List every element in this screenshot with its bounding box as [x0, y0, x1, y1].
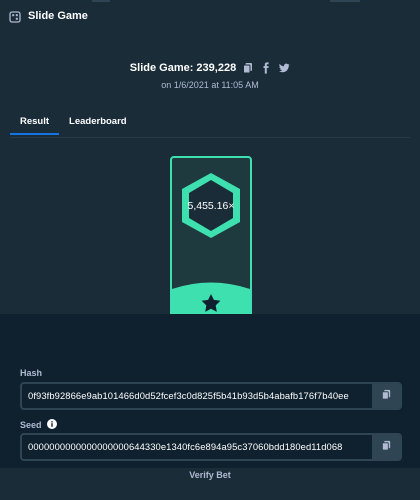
copy-icon [381, 438, 392, 456]
tab-result[interactable]: Result [10, 116, 60, 135]
bet-date: on 1/6/2021 at 11:05 AM [161, 80, 259, 90]
facebook-icon[interactable] [260, 62, 272, 74]
copy-hash-button[interactable] [372, 384, 400, 408]
verify-bet-link[interactable]: Verify Bet [0, 470, 420, 480]
hash-label: Hash [20, 368, 43, 378]
tab-divider [10, 137, 410, 138]
copy-icon [381, 387, 392, 405]
top-strip-decoration [92, 0, 110, 2]
seed-value[interactable]: 0000000000000000000644330e1340fc6e894a95… [22, 435, 372, 459]
dice-icon [9, 10, 21, 23]
hash-value[interactable]: 0f93fb92866e9ab101466d0d52fcef3c0d825f5b… [22, 384, 372, 408]
game-title: Slide Game: 239,228 [129, 62, 237, 74]
result-banner: 5,455.16× [170, 156, 252, 322]
copy-seed-button[interactable] [372, 435, 400, 459]
window-title: Slide Game [28, 10, 88, 22]
window-titlebar: Slide Game [0, 0, 420, 32]
seed-field[interactable]: 0000000000000000000644330e1340fc6e894a95… [20, 433, 402, 461]
result-multiplier: 5,455.16× [187, 200, 234, 212]
twitter-icon[interactable] [278, 62, 290, 74]
tab-leaderboard[interactable]: Leaderboard [59, 116, 137, 135]
bet-header: Slide Game: 239,228 on 1/6/2021 at 11:05… [0, 62, 420, 90]
tab-bar: Result Leaderboard [10, 116, 137, 135]
seed-label: Seed [20, 419, 57, 431]
hash-field[interactable]: 0f93fb92866e9ab101466d0d52fcef3c0d825f5b… [20, 382, 402, 410]
copy-icon[interactable] [242, 62, 254, 74]
top-strip-decoration [330, 0, 360, 2]
info-icon[interactable] [46, 419, 57, 431]
